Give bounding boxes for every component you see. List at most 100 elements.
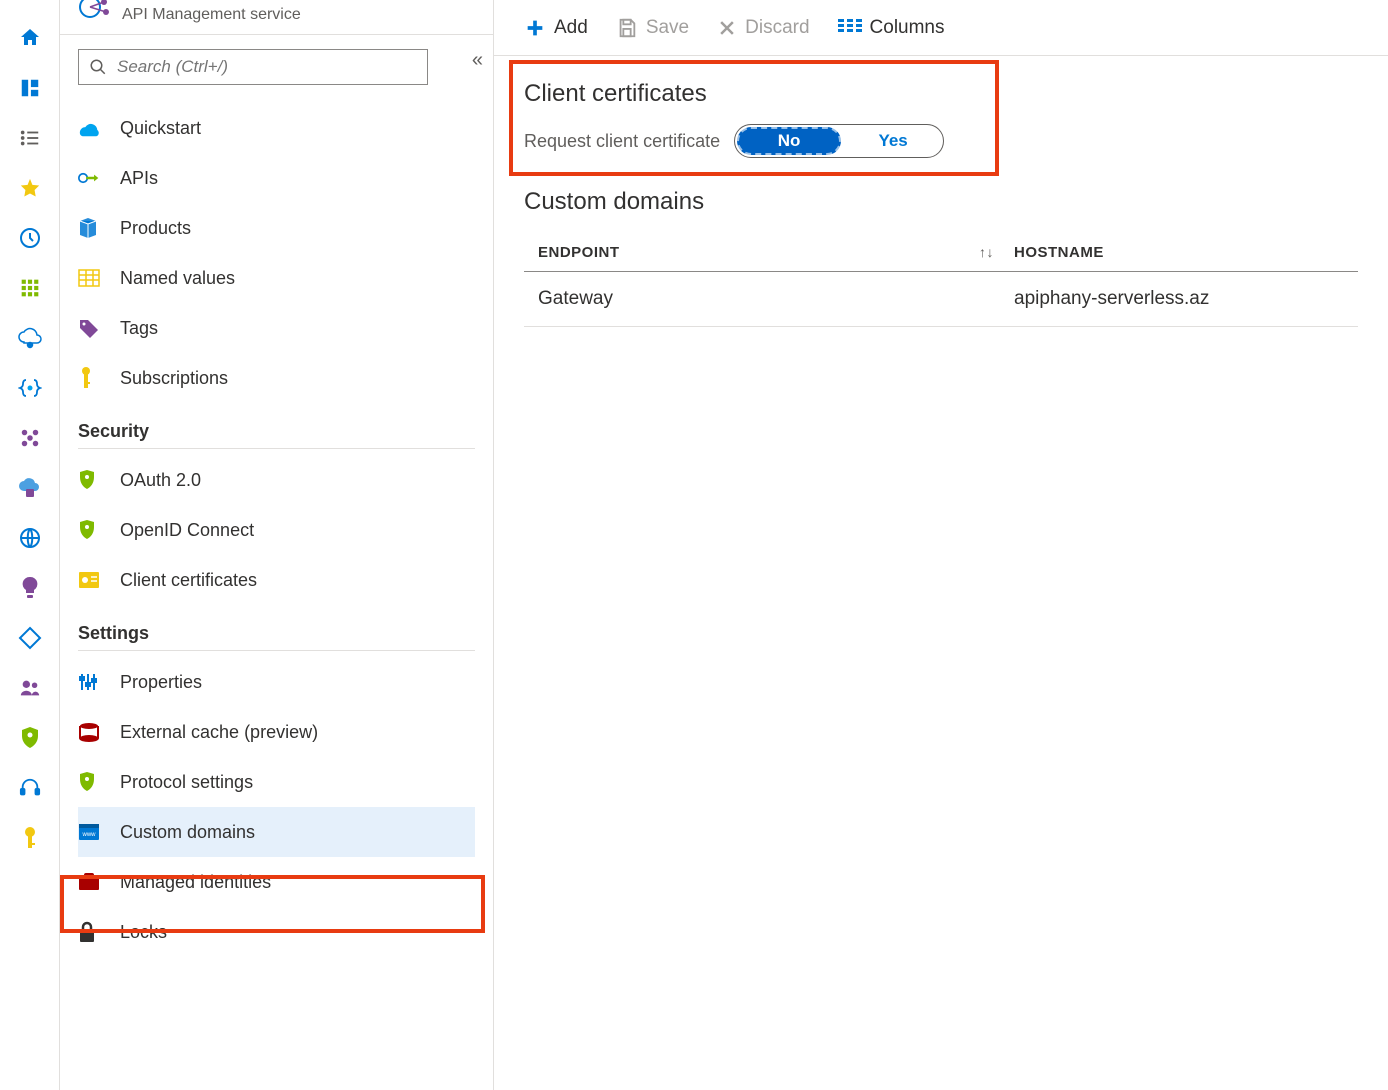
- grid-icon[interactable]: [16, 274, 44, 302]
- custom-domains-heading: Custom domains: [524, 188, 1358, 216]
- nav-item-label: Protocol settings: [120, 772, 253, 793]
- cell-hostname: apiphany-serverless.az: [1004, 288, 1358, 310]
- nav-item-label: Managed identities: [120, 872, 271, 893]
- apim-logo-icon: [78, 0, 114, 27]
- cache-icon: [78, 722, 120, 742]
- nav-item-label: APIs: [120, 168, 158, 189]
- lock-icon: [78, 921, 120, 943]
- nav-item-label: Named values: [120, 268, 235, 289]
- nav-protocol-settings[interactable]: Protocol settings: [78, 757, 475, 807]
- service-header: API Management service: [60, 0, 493, 35]
- client-cert-heading: Client certificates: [524, 80, 1358, 108]
- nav-item-label: Products: [120, 218, 191, 239]
- key-yellow-icon: [78, 366, 120, 390]
- nav-products[interactable]: Products: [78, 203, 475, 253]
- star-icon[interactable]: [16, 174, 44, 202]
- nav-item-label: Subscriptions: [120, 368, 228, 389]
- search-input[interactable]: [117, 57, 417, 77]
- quickstart-icon: [78, 119, 120, 137]
- shield-icon: [78, 771, 120, 793]
- nav-client-certs[interactable]: Client certificates: [78, 555, 475, 605]
- shield-icon: [78, 519, 120, 541]
- request-cert-toggle[interactable]: No Yes: [734, 124, 944, 158]
- globe-icon[interactable]: [16, 524, 44, 552]
- nav-openid[interactable]: OpenID Connect: [78, 505, 475, 555]
- briefcase-icon: [78, 873, 120, 891]
- table-row[interactable]: Gateway apiphany-serverless.az: [524, 272, 1358, 327]
- nav-panel: API Management service « Quickstart APIs…: [60, 0, 494, 1090]
- braces-icon[interactable]: [16, 374, 44, 402]
- nav-properties[interactable]: Properties: [78, 657, 475, 707]
- discard-button[interactable]: Discard: [717, 17, 809, 39]
- cloud-icon[interactable]: [16, 324, 44, 352]
- nav-custom-domains[interactable]: www Custom domains: [78, 807, 475, 857]
- nav-section-settings: Settings: [78, 623, 475, 651]
- nav-item-label: Client certificates: [120, 570, 257, 591]
- save-button[interactable]: Save: [616, 17, 689, 39]
- nav-item-label: Locks: [120, 922, 167, 943]
- main-content: Add Save Discard Columns Client certific…: [494, 0, 1388, 1090]
- lightbulb-icon[interactable]: [16, 574, 44, 602]
- toolbar-label: Discard: [745, 17, 809, 39]
- toggle-no[interactable]: No: [737, 127, 841, 155]
- products-icon: [78, 217, 120, 239]
- nav-oauth[interactable]: OAuth 2.0: [78, 455, 475, 505]
- cell-endpoint: Gateway: [524, 288, 1004, 310]
- key-icon[interactable]: [16, 824, 44, 852]
- nav-search[interactable]: [78, 49, 428, 85]
- nav-named-values[interactable]: Named values: [78, 253, 475, 303]
- nav-item-label: Quickstart: [120, 118, 201, 139]
- nav-locks[interactable]: Locks: [78, 907, 475, 957]
- upload-cloud-icon[interactable]: [16, 474, 44, 502]
- nav-external-cache[interactable]: External cache (preview): [78, 707, 475, 757]
- sliders-icon: [78, 672, 120, 692]
- certificate-icon: [78, 571, 120, 589]
- toolbar: Add Save Discard Columns: [494, 0, 1388, 56]
- col-endpoint[interactable]: ENDPOINT ↑↓: [524, 244, 1004, 261]
- nav-item-label: Tags: [120, 318, 158, 339]
- toggle-yes[interactable]: Yes: [843, 125, 943, 157]
- columns-icon: [838, 19, 862, 37]
- tag-icon: [78, 318, 120, 338]
- col-hostname[interactable]: HOSTNAME: [1004, 244, 1358, 261]
- nav-section-security: Security: [78, 421, 475, 449]
- toolbar-label: Columns: [870, 17, 945, 39]
- sort-icon[interactable]: ↑↓: [979, 244, 994, 260]
- nav-subscriptions[interactable]: Subscriptions: [78, 353, 475, 403]
- nav-item-label: Custom domains: [120, 822, 255, 843]
- clock-icon[interactable]: [16, 224, 44, 252]
- search-icon: [89, 58, 107, 76]
- toolbar-label: Save: [646, 17, 689, 39]
- table-icon: [78, 269, 120, 287]
- plus-icon: [524, 17, 546, 39]
- shield-icon: [78, 469, 120, 491]
- home-icon[interactable]: [16, 24, 44, 52]
- list-icon[interactable]: [16, 124, 44, 152]
- columns-button[interactable]: Columns: [838, 17, 945, 39]
- left-rail: [0, 0, 60, 1090]
- dashboard-icon[interactable]: [16, 74, 44, 102]
- collapse-nav-icon[interactable]: «: [472, 49, 483, 72]
- annotation-highlight: [509, 60, 999, 176]
- nav-managed-identities[interactable]: Managed identities: [78, 857, 475, 907]
- diamond-icon[interactable]: [16, 624, 44, 652]
- service-subtitle: API Management service: [122, 6, 301, 23]
- shield-green-icon[interactable]: [16, 724, 44, 752]
- add-button[interactable]: Add: [524, 17, 588, 39]
- save-icon: [616, 17, 638, 39]
- nav-item-label: OpenID Connect: [120, 520, 254, 541]
- nav-quickstart[interactable]: Quickstart: [78, 103, 475, 153]
- request-cert-label: Request client certificate: [524, 131, 720, 152]
- toolbar-label: Add: [554, 17, 588, 39]
- domains-table-header: ENDPOINT ↑↓ HOSTNAME: [524, 244, 1358, 272]
- nav-tags[interactable]: Tags: [78, 303, 475, 353]
- svg-text:www: www: [82, 832, 97, 838]
- apis-icon: [78, 169, 120, 187]
- people-icon[interactable]: [16, 674, 44, 702]
- nav-item-label: Properties: [120, 672, 202, 693]
- domain-icon: www: [78, 823, 120, 841]
- headset-icon[interactable]: [16, 774, 44, 802]
- cluster-icon[interactable]: [16, 424, 44, 452]
- nav-apis[interactable]: APIs: [78, 153, 475, 203]
- nav-item-label: External cache (preview): [120, 722, 318, 743]
